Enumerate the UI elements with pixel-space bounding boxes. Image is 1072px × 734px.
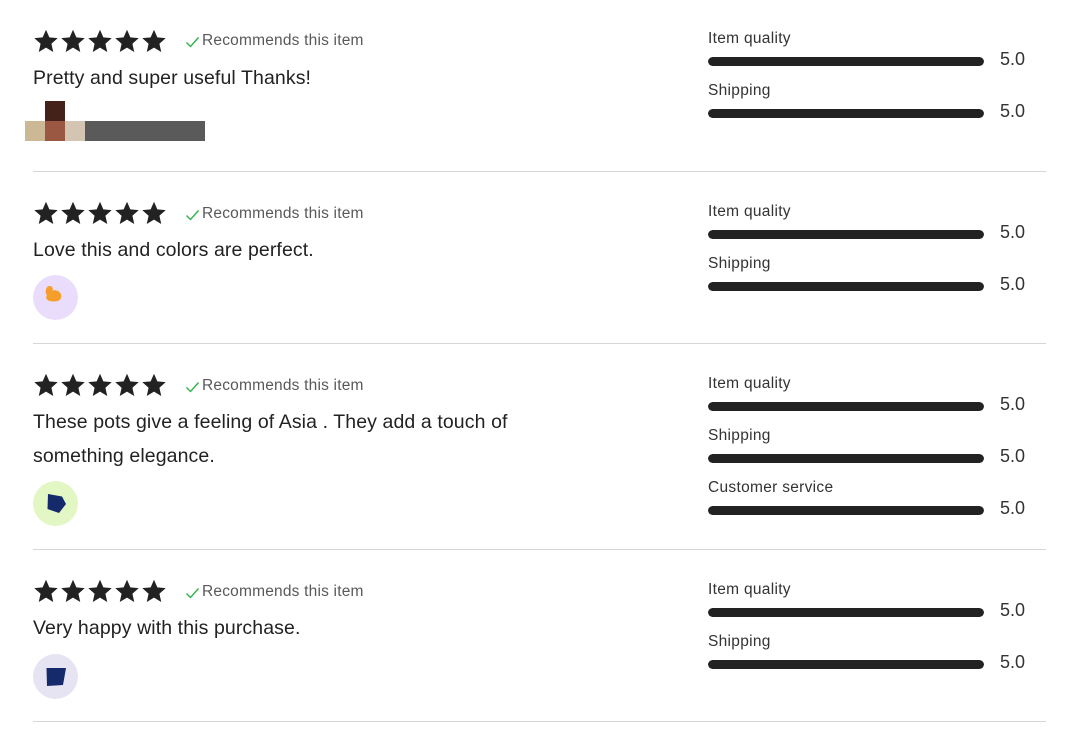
- trapezoid-avatar-icon: [33, 654, 78, 699]
- divider: [33, 721, 1046, 722]
- rating-bar: [708, 608, 984, 617]
- recommends-badge: Recommends this item: [185, 583, 364, 601]
- reviewer-avatar[interactable]: [33, 654, 78, 699]
- review-text: Very happy with this purchase.: [33, 617, 301, 639]
- star-icon: [87, 578, 113, 604]
- star-icon: [33, 578, 59, 604]
- rating-value: 5.0: [1000, 652, 1026, 672]
- rating-bar-fill: [708, 660, 984, 669]
- rating-row: Shipping 5.0: [708, 633, 1038, 685]
- review-item: Recommends this item Very happy with thi…: [33, 0, 1046, 722]
- rating-label: Item quality: [708, 581, 791, 598]
- rating-label: Shipping: [708, 633, 771, 650]
- star-rating: [33, 578, 167, 604]
- rating-bar: [708, 660, 984, 669]
- rating-breakdown: Item quality 5.0 Shipping 5.0: [708, 581, 1038, 685]
- checkmark-icon: [185, 586, 200, 599]
- star-icon: [141, 578, 167, 604]
- rating-bar-fill: [708, 608, 984, 617]
- rating-row: Item quality 5.0: [708, 581, 1038, 633]
- star-icon: [114, 578, 140, 604]
- star-icon: [60, 578, 86, 604]
- recommends-label: Recommends this item: [202, 583, 364, 600]
- rating-value: 5.0: [1000, 600, 1026, 620]
